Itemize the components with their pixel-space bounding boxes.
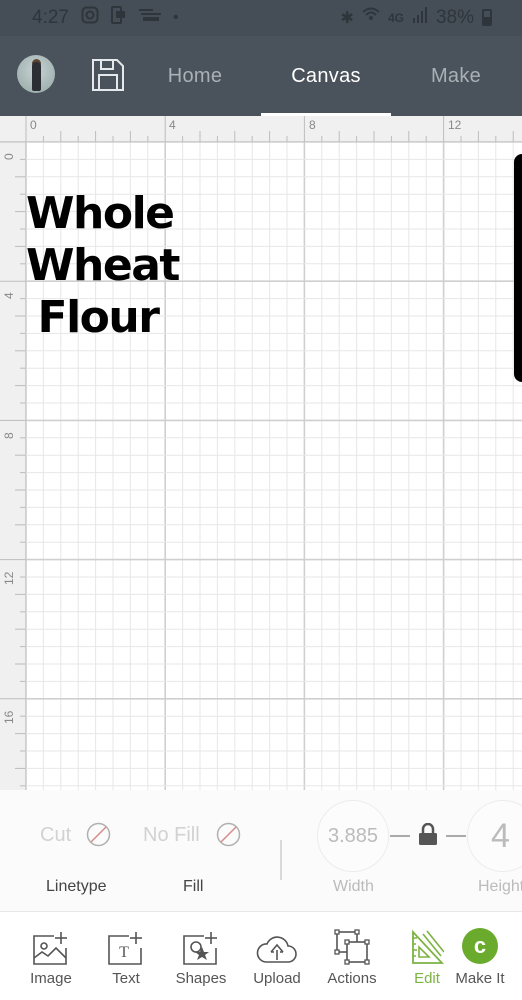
height-value: 4 xyxy=(491,816,510,855)
panel-divider xyxy=(280,840,282,880)
tab-canvas[interactable]: Canvas xyxy=(261,36,391,116)
instagram-icon xyxy=(81,6,99,29)
bottom-toolbar: Image T Text Shapes Upload Actions Edit … xyxy=(0,912,522,1000)
status-right: ✱ 4G 38% xyxy=(341,6,492,29)
lock-link-line xyxy=(390,835,410,837)
width-label: Width xyxy=(333,878,374,895)
status-time: 4:27 xyxy=(32,6,69,28)
app-root: 4:27 • ✱ 4G 38% Home Canvas Make 0 4 8 1… xyxy=(0,0,522,1000)
make-it-button[interactable]: c Make It xyxy=(445,912,515,1000)
make-it-icon: c xyxy=(462,928,498,964)
upload-button[interactable]: Upload xyxy=(242,912,312,1000)
lock-icon[interactable] xyxy=(418,823,438,845)
text-label: Text xyxy=(112,970,140,987)
upload-label: Upload xyxy=(253,970,301,987)
save-icon xyxy=(92,59,124,91)
text-add-icon: T xyxy=(108,932,142,965)
cast-icon xyxy=(110,6,127,29)
image-label: Image xyxy=(30,970,72,987)
tab-home[interactable]: Home xyxy=(142,36,248,116)
4g-lte-icon: 4G xyxy=(387,10,404,25)
design-canvas[interactable]: 0 4 8 12 0 4 8 12 16 Whole Wheat Flour xyxy=(0,116,522,790)
width-input[interactable]: 3.885 xyxy=(317,800,389,872)
status-bar: 4:27 • ✱ 4G 38% xyxy=(0,0,522,36)
fill-label: Fill xyxy=(183,878,204,895)
design-text-line: Whole xyxy=(26,188,175,239)
ruler-top-label: 8 xyxy=(309,118,316,132)
shapes-label: Shapes xyxy=(175,970,227,987)
actions-button[interactable]: Actions xyxy=(317,912,387,1000)
wifi-icon xyxy=(362,6,380,29)
height-label: Height xyxy=(478,878,522,895)
layers-panel-handle[interactable] xyxy=(514,154,522,382)
ruler-left-label: 8 xyxy=(2,432,16,439)
tab-make[interactable]: Make xyxy=(410,36,502,116)
bluetooth-icon: ✱ xyxy=(340,9,354,27)
lock-link-line xyxy=(446,835,466,837)
width-value: 3.885 xyxy=(327,824,379,847)
avatar-figure xyxy=(32,62,41,91)
save-button[interactable] xyxy=(91,58,125,92)
properties-panel: Cut Linetype No Fill Fill 3.885 4 Width … xyxy=(0,790,522,912)
dot-icon: • xyxy=(172,8,179,26)
image-add-icon xyxy=(33,932,67,965)
shapes-add-icon xyxy=(183,932,217,965)
no-fill-icon[interactable] xyxy=(216,822,241,847)
ruler-top-label: 0 xyxy=(30,118,37,132)
signal-icon xyxy=(412,7,428,28)
actions-label: Actions xyxy=(327,970,377,987)
app-header: Home Canvas Make xyxy=(0,36,522,116)
avatar[interactable] xyxy=(17,55,55,93)
ruler-left-label: 4 xyxy=(2,292,16,299)
ruler-left: 0 4 8 12 16 xyxy=(0,142,26,790)
svg-text:T: T xyxy=(119,944,129,961)
battery-percent: 38% xyxy=(435,6,474,28)
battery-icon xyxy=(482,9,492,26)
linetype-value[interactable]: Cut xyxy=(40,824,71,847)
no-linetype-icon[interactable] xyxy=(86,822,111,847)
ruler-top-label: 4 xyxy=(169,118,176,132)
weather-icon xyxy=(138,8,161,27)
image-button[interactable]: Image xyxy=(16,912,86,1000)
status-left: 4:27 • xyxy=(32,6,179,29)
design-text-object[interactable]: Whole Wheat Flour xyxy=(26,188,180,344)
linetype-label: Linetype xyxy=(46,878,107,895)
actions-icon xyxy=(334,929,370,965)
height-input[interactable]: 4 xyxy=(467,800,522,872)
ruler-left-label: 16 xyxy=(2,710,16,724)
shapes-button[interactable]: Shapes xyxy=(166,912,236,1000)
make-it-label: Make It xyxy=(455,970,505,987)
edit-ruler-icon xyxy=(412,929,444,964)
ruler-top: 0 4 8 12 xyxy=(0,116,522,142)
design-text-line: Flour xyxy=(37,292,160,343)
ruler-left-label: 0 xyxy=(2,153,16,160)
text-button[interactable]: T Text xyxy=(91,912,161,1000)
ruler-left-label: 12 xyxy=(2,571,16,585)
ruler-top-label: 12 xyxy=(448,118,462,132)
fill-value[interactable]: No Fill xyxy=(143,824,200,847)
upload-cloud-icon xyxy=(256,936,297,963)
design-text-line: Wheat xyxy=(26,240,180,291)
